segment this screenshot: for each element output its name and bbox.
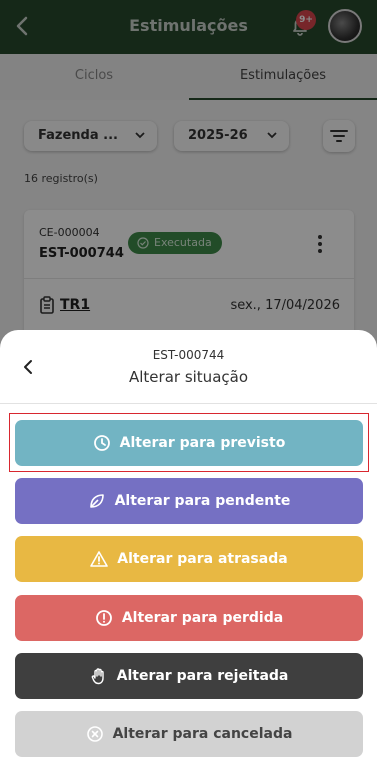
set-cancelada-button[interactable]: Alterar para cancelada: [15, 711, 363, 757]
hand-icon: [91, 668, 104, 685]
set-perdida-button[interactable]: Alterar para perdida: [15, 595, 363, 641]
set-perdida-label: Alterar para perdida: [121, 610, 284, 626]
set-atrasada-button[interactable]: Alterar para atrasada: [15, 536, 363, 582]
selection-highlight: [9, 413, 369, 472]
set-cancelada-label: Alterar para cancelada: [112, 726, 293, 742]
set-rejeitada-label: Alterar para rejeitada: [116, 668, 289, 684]
sheet-record-code: EST-000744: [152, 348, 225, 362]
x-circle-icon: [86, 726, 103, 742]
sheet-divider: [0, 403, 377, 404]
set-pendente-label: Alterar para pendente: [114, 493, 291, 509]
leaf-icon: [89, 494, 104, 508]
set-pendente-button[interactable]: Alterar para pendente: [15, 478, 363, 524]
sheet-title: Alterar situação: [128, 368, 248, 386]
alert-circle-icon: [95, 610, 112, 626]
warning-icon: [90, 551, 109, 567]
set-rejeitada-button[interactable]: Alterar para rejeitada: [15, 653, 363, 699]
set-atrasada-label: Alterar para atrasada: [117, 551, 288, 567]
